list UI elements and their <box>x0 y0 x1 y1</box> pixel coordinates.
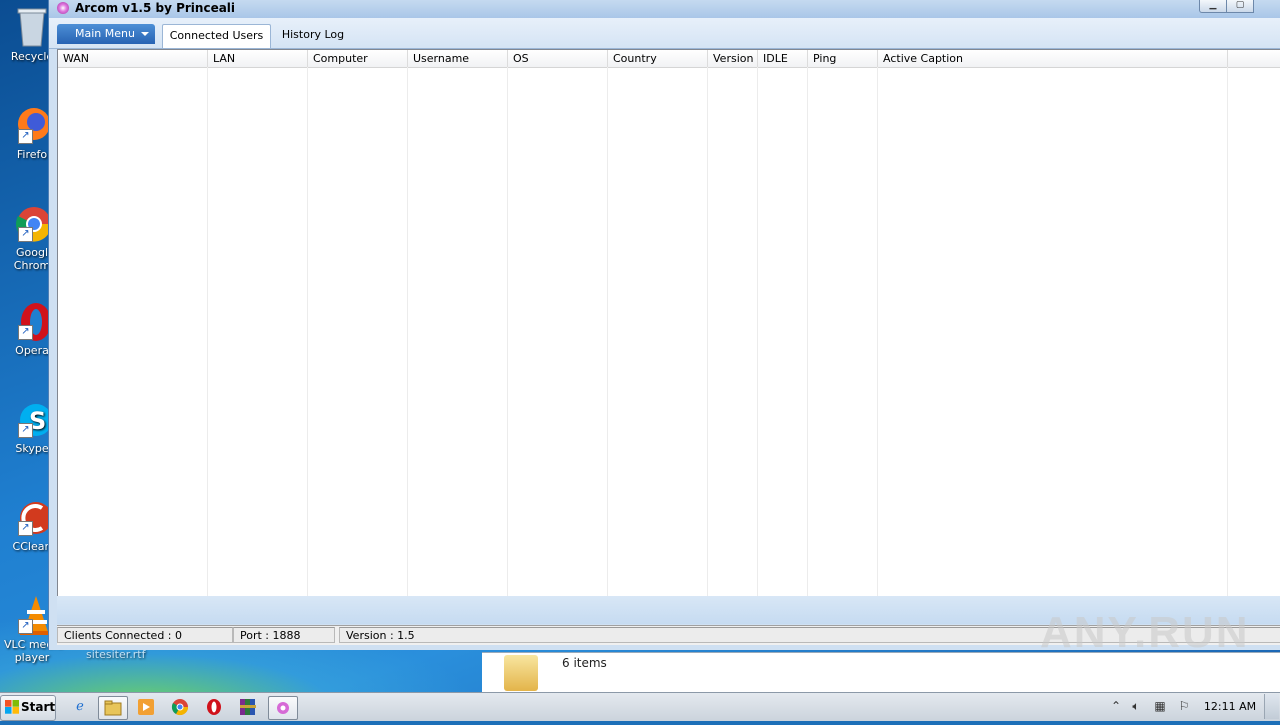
item-count: 6 items <box>562 656 607 670</box>
windows-logo-icon <box>5 700 19 714</box>
column-header-version[interactable]: Version <box>708 50 758 67</box>
column-header-os[interactable]: OS <box>508 50 608 67</box>
column-header-idle[interactable]: IDLE <box>758 50 808 67</box>
shortcut-arrow-icon: ↗ <box>18 325 33 340</box>
column-divider <box>707 67 708 596</box>
taskbar-media-player[interactable] <box>132 696 160 718</box>
shortcut-arrow-icon: ↗ <box>18 521 33 536</box>
status-port: Port : 1888 <box>233 627 335 643</box>
taskbar-opera[interactable] <box>200 696 228 718</box>
arcom-logo-icon <box>277 702 289 714</box>
column-header-computer[interactable]: Computer <box>308 50 408 67</box>
volume-icon[interactable]: 🔈︎ <box>1128 698 1144 714</box>
column-divider <box>307 67 308 596</box>
winrar-icon <box>240 699 256 715</box>
explorer-window-behind[interactable]: 6 items <box>482 652 1280 692</box>
taskbar-winrar[interactable] <box>234 696 262 718</box>
start-label: Start <box>21 700 56 714</box>
column-divider <box>757 67 758 596</box>
column-divider <box>607 67 608 596</box>
maximize-button[interactable]: ▢ <box>1226 0 1254 13</box>
taskbar-arcom[interactable] <box>268 696 298 720</box>
action-center-flag-icon[interactable]: ⚐ <box>1176 698 1192 714</box>
taskbar-internet-explorer[interactable]: ℯ <box>66 696 94 718</box>
anyrun-watermark: ANY.RUN <box>1040 608 1250 657</box>
tab-label: Connected Users <box>169 29 264 42</box>
minimize-button[interactable]: ▁ <box>1199 0 1227 13</box>
network-icon[interactable]: ▦ <box>1152 698 1168 714</box>
tray-overflow-chevron-up-icon[interactable]: ⌃ <box>1108 698 1124 714</box>
vlc-cone-icon: ↗ <box>12 594 52 636</box>
column-header-username[interactable]: Username <box>408 50 508 67</box>
show-desktop-button[interactable] <box>1264 694 1279 719</box>
folder-icon <box>504 655 538 691</box>
taskbar: Start ℯ ⌃ 🔈︎ ▦ ⚐ 12:11 AM <box>0 692 1280 721</box>
opera-icon: ↗ <box>12 300 52 342</box>
minimize-icon: ▁ <box>1209 0 1217 10</box>
taskbar-file-explorer[interactable] <box>98 696 128 720</box>
tab-label: History Log <box>281 28 345 41</box>
skype-icon: S ↗ <box>12 398 52 440</box>
list-header: WAN LAN Computer Username OS Country Ver… <box>58 50 1280 68</box>
folder-icon <box>104 700 122 716</box>
chrome-icon: ↗ <box>12 202 52 244</box>
internet-explorer-icon: ℯ <box>76 699 84 714</box>
tab-strip: Main Menu Connected Users History Log <box>49 18 1280 49</box>
chrome-icon <box>171 699 189 716</box>
column-divider <box>1227 67 1228 596</box>
column-divider <box>877 67 878 596</box>
window-title: Arcom v1.5 by Princeali <box>75 1 236 15</box>
status-clients-connected: Clients Connected : 0 <box>57 627 233 643</box>
taskbar-chrome[interactable] <box>166 696 194 718</box>
shortcut-arrow-icon: ↗ <box>18 129 33 144</box>
column-header-lan[interactable]: LAN <box>208 50 308 67</box>
column-header-wan[interactable]: WAN <box>58 50 208 67</box>
main-menu-button[interactable]: Main Menu <box>57 24 155 44</box>
shortcut-arrow-icon: ↗ <box>18 619 33 634</box>
column-divider <box>207 67 208 596</box>
title-bar[interactable]: Arcom v1.5 by Princeali ▁ ▢ <box>49 0 1280 18</box>
recycle-bin-icon <box>12 6 52 48</box>
taskbar-clock[interactable]: 12:11 AM <box>1200 693 1260 721</box>
shortcut-arrow-icon: ↗ <box>18 423 33 438</box>
opera-icon <box>207 699 221 715</box>
column-divider <box>807 67 808 596</box>
shortcut-arrow-icon: ↗ <box>18 227 33 242</box>
ccleaner-icon: ↗ <box>12 496 52 538</box>
arcom-window: Arcom v1.5 by Princeali ▁ ▢ Main Menu Co… <box>48 0 1280 650</box>
column-header-country[interactable]: Country <box>608 50 708 67</box>
column-header-ping[interactable]: Ping <box>808 50 878 67</box>
media-player-icon <box>138 699 154 715</box>
main-menu-label: Main Menu <box>75 27 135 40</box>
column-divider <box>507 67 508 596</box>
tab-connected-users[interactable]: Connected Users <box>162 24 271 48</box>
tab-history-log[interactable]: History Log <box>274 24 352 46</box>
connected-users-list[interactable]: WAN LAN Computer Username OS Country Ver… <box>57 49 1280 596</box>
chevron-down-icon <box>141 32 149 36</box>
start-button[interactable]: Start <box>0 695 56 721</box>
app-logo-icon <box>57 2 69 14</box>
system-tray: ⌃ 🔈︎ ▦ ⚐ <box>1104 696 1200 718</box>
column-divider <box>407 67 408 596</box>
maximize-icon: ▢ <box>1235 0 1245 10</box>
column-header-active-caption[interactable]: Active Caption <box>878 50 1228 67</box>
firefox-icon: ↗ <box>12 104 52 146</box>
